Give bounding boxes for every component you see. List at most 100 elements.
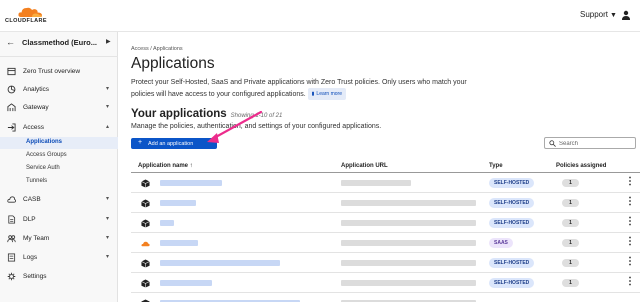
app-name-redacted[interactable] [160,280,212,286]
cloudflare-app-icon [141,241,150,247]
access-icon [7,123,16,132]
sidebar-item-label: My Team [23,235,50,242]
app-url-redacted [341,200,476,206]
sidebar-item-dlp[interactable]: DLP ▾ [0,212,118,228]
app-name-redacted[interactable] [160,200,196,206]
type-badge: SAAS [489,238,513,248]
account-name: Classmethod (Euro... [22,38,98,47]
main-content: Access / Applications Applications Prote… [118,32,640,302]
table-row[interactable] [131,293,640,302]
user-icon[interactable] [621,10,631,20]
sidebar-item-label: Zero Trust overview [23,68,81,75]
cube-icon [141,219,150,228]
back-arrow-icon[interactable]: ← [6,37,15,47]
sidebar-item-settings[interactable]: Settings [0,269,118,285]
sidebar-item-label: DLP [23,216,36,223]
analytics-icon [7,85,16,94]
column-header-application-name[interactable]: Application name ↑ [138,163,193,169]
table-row[interactable]: SELF-HOSTED 1 ⋮ [131,173,640,193]
more-actions-icon[interactable]: ⋮ [625,256,635,268]
learn-more-link[interactable]: ▮ Learn more [307,88,346,100]
app-url-redacted [341,260,476,266]
type-badge: SELF-HOSTED [489,258,535,268]
sidebar-subitem-access-groups[interactable]: Access Groups [0,150,118,162]
sidebar-item-logs[interactable]: Logs ▾ [0,250,118,266]
showing-count: Showing 1-10 of 21 [230,113,283,119]
account-switcher[interactable]: ← Classmethod (Euro... ▶ [0,32,118,54]
app-url-redacted [341,280,476,286]
sidebar-item-access[interactable]: Access ▴ [0,120,118,136]
sidebar-item-casb[interactable]: CASB ▾ [0,192,118,208]
cube-icon [141,279,150,288]
column-header-type: Type [489,163,503,169]
brand-wordmark: CLOUDFLARE [5,18,47,24]
app-name-redacted[interactable] [160,220,174,226]
sidebar-subitem-label: Access Groups [26,152,67,158]
sidebar-item-my-team[interactable]: My Team ▾ [0,231,118,247]
sidebar: ← Classmethod (Euro... ▶ Zero Trust over… [0,32,118,302]
chevron-down-icon: ▾ [106,196,110,202]
type-badge: SELF-HOSTED [489,198,535,208]
type-badge: SELF-HOSTED [489,218,535,228]
cube-icon [141,259,150,268]
sidebar-subitem-label: Applications [26,139,63,145]
add-application-button[interactable]: + Add an application [131,138,217,149]
add-application-label: Add an application [148,140,194,147]
search-icon [549,140,556,147]
sidebar-item-label: Access [23,124,44,131]
cube-icon [141,179,150,188]
table-row[interactable]: SELF-HOSTED 1 ⋮ [131,253,640,273]
section-title-text: Your applications [131,108,227,120]
search-box[interactable] [544,137,636,149]
table-row[interactable]: SAAS 1 ⋮ [131,233,640,253]
more-actions-icon[interactable]: ⋮ [625,276,635,288]
sidebar-item-zero-trust-overview[interactable]: Zero Trust overview [0,64,118,80]
cloudflare-logo[interactable]: CLOUDFLARE [5,5,59,27]
table-row[interactable]: SELF-HOSTED 1 ⋮ [131,213,640,233]
app-name-redacted[interactable] [160,260,280,266]
chevron-right-icon: ▶ [106,39,111,45]
sidebar-item-analytics[interactable]: Analytics ▾ [0,82,118,98]
policies-count: 1 [562,279,579,287]
support-menu[interactable]: Support ▼ [580,10,617,19]
gateway-icon [7,103,16,112]
sidebar-item-label: CASB [23,196,41,203]
sidebar-subitem-applications[interactable]: Applications [0,137,118,149]
more-actions-icon[interactable]: ⋮ [625,176,635,188]
app-url-redacted [341,240,476,246]
top-bar: CLOUDFLARE Support ▼ [0,0,640,32]
gear-icon [7,272,16,281]
overview-icon [7,67,16,76]
search-input[interactable] [559,139,633,148]
app-name-redacted[interactable] [160,180,222,186]
cube-icon [141,199,150,208]
more-actions-icon[interactable]: ⋮ [625,216,635,228]
policies-count: 1 [562,259,579,267]
page-description: Protect your Self-Hosted, SaaS and Priva… [131,78,491,100]
app-url-redacted [341,180,411,186]
sidebar-subitem-service-auth[interactable]: Service Auth [0,163,118,175]
sidebar-subitem-label: Tunnels [26,178,48,184]
app-name-redacted[interactable] [160,240,198,246]
sidebar-item-label: Logs [23,254,38,261]
sidebar-subitem-tunnels[interactable]: Tunnels [0,176,118,188]
team-icon [7,235,16,243]
book-icon: ▮ [311,91,315,97]
chevron-down-icon: ▾ [106,104,110,110]
section-title: Your applications Showing 1-10 of 21 [131,108,282,120]
chevron-down-icon: ▾ [106,254,110,260]
chevron-up-icon: ▴ [106,124,110,130]
type-badge: SELF-HOSTED [489,178,535,188]
more-actions-icon[interactable]: ⋮ [625,236,635,248]
section-subtitle: Manage the policies, authentication, and… [131,123,382,130]
sidebar-item-gateway[interactable]: Gateway ▾ [0,100,118,116]
plus-icon: + [138,139,143,146]
table-row[interactable]: SELF-HOSTED 1 ⋮ [131,273,640,293]
caret-down-icon: ▼ [610,12,617,19]
table-row[interactable]: SELF-HOSTED 1 ⋮ [131,193,640,213]
learn-more-label: Learn more [316,91,342,97]
casb-icon [7,196,16,203]
cloud-logo-icon [18,7,42,17]
more-actions-icon[interactable]: ⋮ [625,196,635,208]
chevron-down-icon: ▾ [106,235,110,241]
